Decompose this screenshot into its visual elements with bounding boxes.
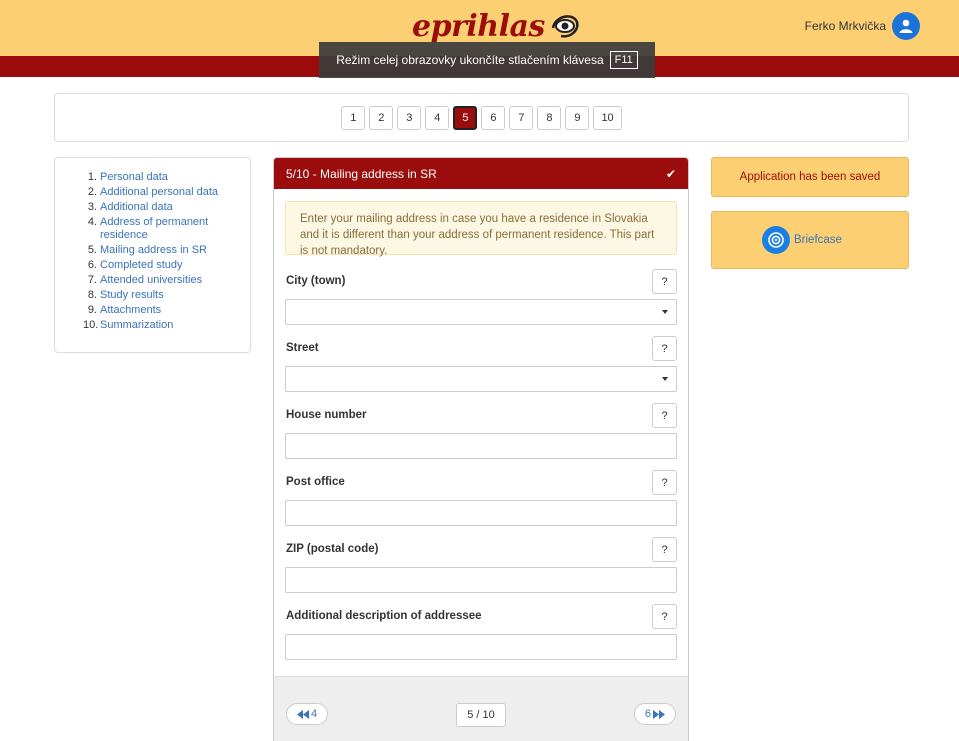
step-number: 5.	[87, 243, 97, 256]
step-counter: 5 / 10	[456, 703, 506, 727]
steps-list: 1. Personal data 2. Additional personal da…	[54, 157, 251, 353]
step-link-personal-data[interactable]: Personal data	[100, 171, 168, 184]
step-item[interactable]: 4. Address of permanent residence	[83, 216, 242, 241]
field-label: ZIP (postal code)	[286, 543, 379, 555]
step-item[interactable]: 2. Additional personal data	[83, 186, 242, 199]
step-item[interactable]: 6. Completed study	[83, 259, 242, 272]
field-house-number: House number ?	[285, 403, 677, 459]
step-pager: 1 2 3 4 5 6 7 8 9 10	[54, 93, 909, 142]
step-link-attachments[interactable]: Attachments	[100, 304, 161, 317]
logo[interactable]: eprihlas	[412, 6, 581, 46]
page-button-5-active[interactable]: 5	[453, 105, 478, 130]
city-select[interactable]	[285, 299, 677, 325]
fullscreen-banner: Režim celej obrazovky ukončíte stlačením…	[319, 42, 655, 78]
chevron-down-icon	[662, 377, 668, 381]
field-label: Post office	[286, 476, 345, 488]
field-label: City (town)	[286, 275, 346, 287]
step-link-summarization[interactable]: Summarization	[100, 319, 173, 332]
double-left-icon	[297, 709, 309, 719]
chevron-down-icon	[662, 310, 668, 314]
page-button-2[interactable]: 2	[369, 105, 394, 130]
step-item[interactable]: 1. Personal data	[83, 171, 242, 184]
step-number: 10.	[83, 318, 99, 331]
field-zip: ZIP (postal code) ?	[285, 537, 677, 593]
user-menu[interactable]: Ferko Mrkvička	[805, 12, 920, 40]
page-button-7[interactable]: 7	[509, 105, 534, 130]
page-button-6[interactable]: 6	[481, 105, 506, 130]
help-button[interactable]: ?	[652, 470, 677, 495]
step-number: 6.	[87, 258, 97, 271]
step-item[interactable]: 3. Additional data	[83, 201, 242, 214]
step-number: 9.	[87, 303, 97, 316]
step-link-attended-universities[interactable]: Attended universities	[100, 274, 202, 287]
step-item[interactable]: 10. Summarization	[83, 319, 242, 332]
field-additional-description: Additional description of addressee ?	[285, 604, 677, 660]
logo-text: eprihlas	[412, 8, 545, 44]
step-item[interactable]: 9. Attachments	[83, 304, 242, 317]
step-item[interactable]: 8. Study results	[83, 289, 242, 302]
page-button-8[interactable]: 8	[537, 105, 562, 130]
step-link-permanent-residence[interactable]: Address of permanent residence	[100, 216, 242, 241]
panel-title: 5/10 - Mailing address in SR	[286, 166, 437, 181]
briefcase-icon	[762, 226, 790, 254]
next-step-label: 6	[644, 708, 651, 720]
prev-step-button[interactable]: 4	[286, 703, 329, 725]
page-button-4[interactable]: 4	[425, 105, 450, 130]
step-link-additional-personal-data[interactable]: Additional personal data	[100, 186, 218, 199]
step-link-completed-study[interactable]: Completed study	[100, 259, 183, 272]
panel-footer: 4 5 / 10 6	[274, 676, 688, 741]
step-link-additional-data[interactable]: Additional data	[100, 201, 173, 214]
step-item[interactable]: 5. Mailing address in SR	[83, 244, 242, 257]
field-post-office: Post office ?	[285, 470, 677, 526]
step-link-study-results[interactable]: Study results	[100, 289, 164, 302]
step-link-mailing-address[interactable]: Mailing address in SR	[100, 244, 207, 257]
page-button-1[interactable]: 1	[341, 105, 366, 130]
fullscreen-key: F11	[609, 51, 638, 69]
page-button-9[interactable]: 9	[565, 105, 590, 130]
user-name: Ferko Mrkvička	[804, 19, 886, 33]
prev-step-label: 4	[311, 708, 318, 720]
step-number: 3.	[87, 201, 97, 213]
step-number: 2.	[87, 186, 97, 198]
eye-logo-icon	[551, 15, 579, 38]
fullscreen-message: Režim celej obrazovky ukončíte stlačením…	[336, 53, 604, 67]
field-label: Street	[286, 342, 319, 354]
user-avatar-icon	[892, 12, 920, 40]
field-city: City (town) ?	[285, 269, 677, 325]
briefcase-button[interactable]: Briefcase	[711, 211, 909, 269]
help-button[interactable]: ?	[652, 269, 677, 294]
help-button[interactable]: ?	[652, 604, 677, 629]
street-select[interactable]	[285, 366, 677, 392]
saved-status: Application has been saved	[711, 157, 909, 197]
field-label: Additional description of addressee	[286, 610, 482, 622]
help-button[interactable]: ?	[652, 403, 677, 428]
additional-description-input[interactable]	[285, 634, 677, 660]
field-street: Street ?	[285, 336, 677, 392]
zip-input[interactable]	[285, 567, 677, 593]
step-number: 4.	[87, 216, 97, 228]
panel-header: 5/10 - Mailing address in SR ✔	[274, 158, 688, 189]
help-button[interactable]: ?	[652, 336, 677, 361]
step-number: 7.	[87, 273, 97, 286]
step-number: 8.	[87, 288, 97, 301]
next-step-button[interactable]: 6	[633, 703, 676, 725]
info-notice: Enter your mailing address in case you h…	[285, 201, 677, 257]
form-panel: 5/10 - Mailing address in SR ✔ Enter you…	[273, 157, 689, 741]
check-icon: ✔	[665, 166, 676, 181]
page-button-10[interactable]: 10	[593, 105, 622, 130]
double-right-icon	[653, 709, 665, 719]
step-item[interactable]: 7. Attended universities	[83, 274, 242, 287]
step-number: 1.	[87, 171, 97, 183]
page-button-3[interactable]: 3	[397, 105, 422, 130]
briefcase-label: Briefcase	[794, 234, 842, 246]
post-office-input[interactable]	[285, 500, 677, 526]
field-label: House number	[286, 409, 367, 421]
house-number-input[interactable]	[285, 433, 677, 459]
help-button[interactable]: ?	[652, 537, 677, 562]
